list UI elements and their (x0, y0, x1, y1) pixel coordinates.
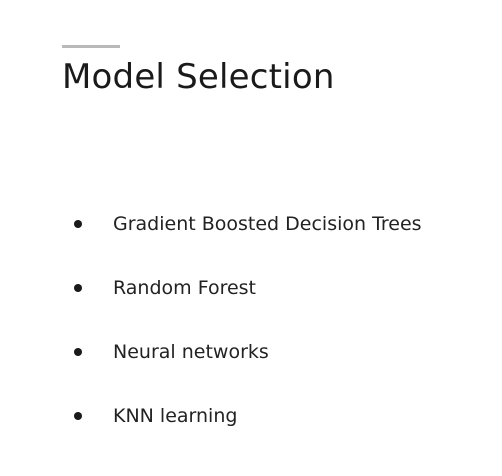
bullet-list: Gradient Boosted Decision Trees Random F… (74, 192, 422, 448)
slide-title: Model Selection (62, 57, 335, 97)
list-item: Random Forest (74, 256, 422, 320)
bullet-dot-icon (74, 348, 82, 356)
list-item: Neural networks (74, 320, 422, 384)
bullet-text: Gradient Boosted Decision Trees (113, 213, 422, 235)
title-accent-bar (62, 45, 120, 48)
bullet-text: Random Forest (113, 277, 257, 299)
bullet-dot-icon (74, 220, 82, 228)
bullet-text: Neural networks (113, 341, 269, 363)
bullet-dot-icon (74, 284, 82, 292)
bullet-text: KNN learning (113, 405, 238, 427)
list-item: KNN learning (74, 384, 422, 448)
list-item: Gradient Boosted Decision Trees (74, 192, 422, 256)
bullet-dot-icon (74, 412, 82, 420)
